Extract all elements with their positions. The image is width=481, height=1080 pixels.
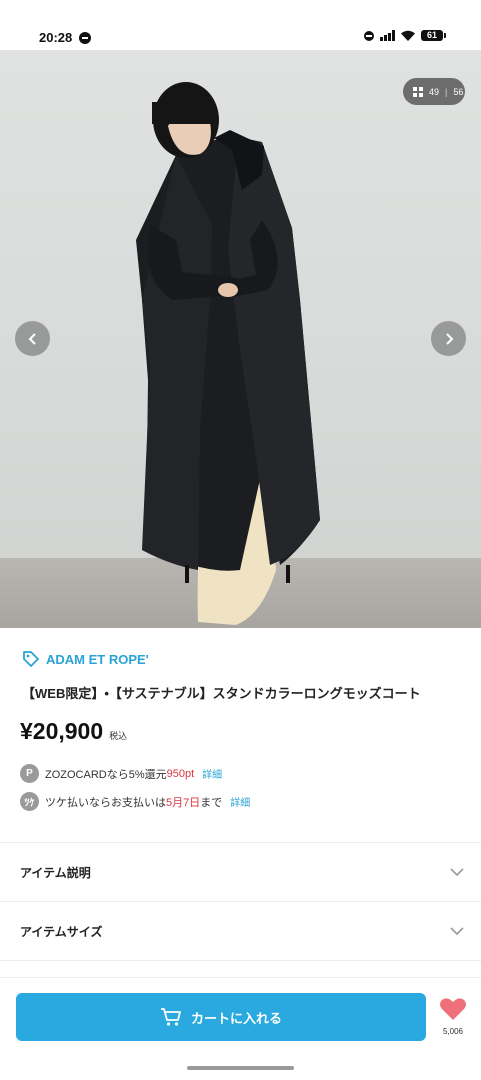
promo-text: ツケ払いならお支払いは [45, 796, 166, 809]
points-icon: P [20, 764, 39, 783]
heart-icon [440, 998, 466, 1020]
tsuke-payment-promo: ﾂｹ ツケ払いならお支払いは 5月7日 まで 詳細 [20, 792, 250, 811]
favorite-count: 5,006 [442, 1027, 464, 1036]
status-indicators: 61 [364, 30, 446, 41]
chevron-down-icon [450, 868, 464, 877]
tag-icon [23, 651, 39, 667]
promo-highlight: 950pt [166, 767, 195, 780]
image-counter-separator: | [445, 86, 448, 97]
image-counter-current: 49 [429, 86, 440, 97]
next-image-button[interactable] [431, 321, 466, 356]
section-label: アイテムサイズ [20, 924, 103, 939]
image-counter[interactable]: 49 | 56 [403, 78, 465, 105]
chat-notification-icon [79, 32, 91, 44]
chevron-right-icon [445, 332, 453, 345]
battery-icon: 61 [421, 30, 446, 41]
chevron-left-icon [28, 332, 36, 345]
cart-icon [160, 1008, 181, 1026]
promo-details-link[interactable]: 詳細 [230, 794, 250, 809]
divider [0, 960, 481, 961]
home-indicator[interactable] [187, 1066, 294, 1070]
chevron-down-icon [450, 927, 464, 936]
previous-image-button[interactable] [15, 321, 50, 356]
promo-text: ZOZOCARDなら5%還元 [45, 768, 167, 781]
wifi-icon [401, 30, 415, 41]
tax-label: 税込 [109, 731, 128, 741]
favorite-button[interactable]: 5,006 [436, 997, 470, 1036]
promo-highlight: 5月7日 [166, 796, 201, 809]
image-counter-total: 56 [453, 86, 464, 97]
do-not-disturb-icon [364, 30, 374, 41]
item-size-section[interactable]: アイテムサイズ [0, 902, 481, 960]
zozocard-promo: P ZOZOCARDなら5%還元 950pt 詳細 [20, 764, 222, 783]
product-image-carousel[interactable]: 49 | 56 [0, 50, 481, 628]
promo-text-suffix: まで [200, 796, 223, 809]
brand-link[interactable]: ADAM ET ROPE' [22, 650, 149, 668]
section-label: アイテム説明 [20, 865, 91, 880]
status-time: 20:28 [39, 30, 73, 45]
signal-icon [380, 30, 395, 41]
item-description-section[interactable]: アイテム説明 [0, 843, 481, 901]
add-to-cart-button[interactable]: カートに入れる [16, 993, 426, 1041]
brand-name[interactable]: ADAM ET ROPE' [46, 652, 149, 667]
status-bar: 20:28 61 [0, 0, 481, 50]
product-price: ¥20,900 [20, 718, 104, 744]
promo-details-link[interactable]: 詳細 [202, 766, 222, 781]
grid-icon [413, 86, 423, 97]
add-to-cart-label: カートに入れる [190, 1010, 282, 1026]
tsuke-payment-icon: ﾂｹ [20, 792, 39, 811]
price-row: ¥20,900 税込 [20, 718, 127, 745]
product-photo [136, 82, 320, 625]
product-title: 【WEB限定】•【サステナブル】スタンドカラーロングモッズコート [22, 686, 421, 701]
